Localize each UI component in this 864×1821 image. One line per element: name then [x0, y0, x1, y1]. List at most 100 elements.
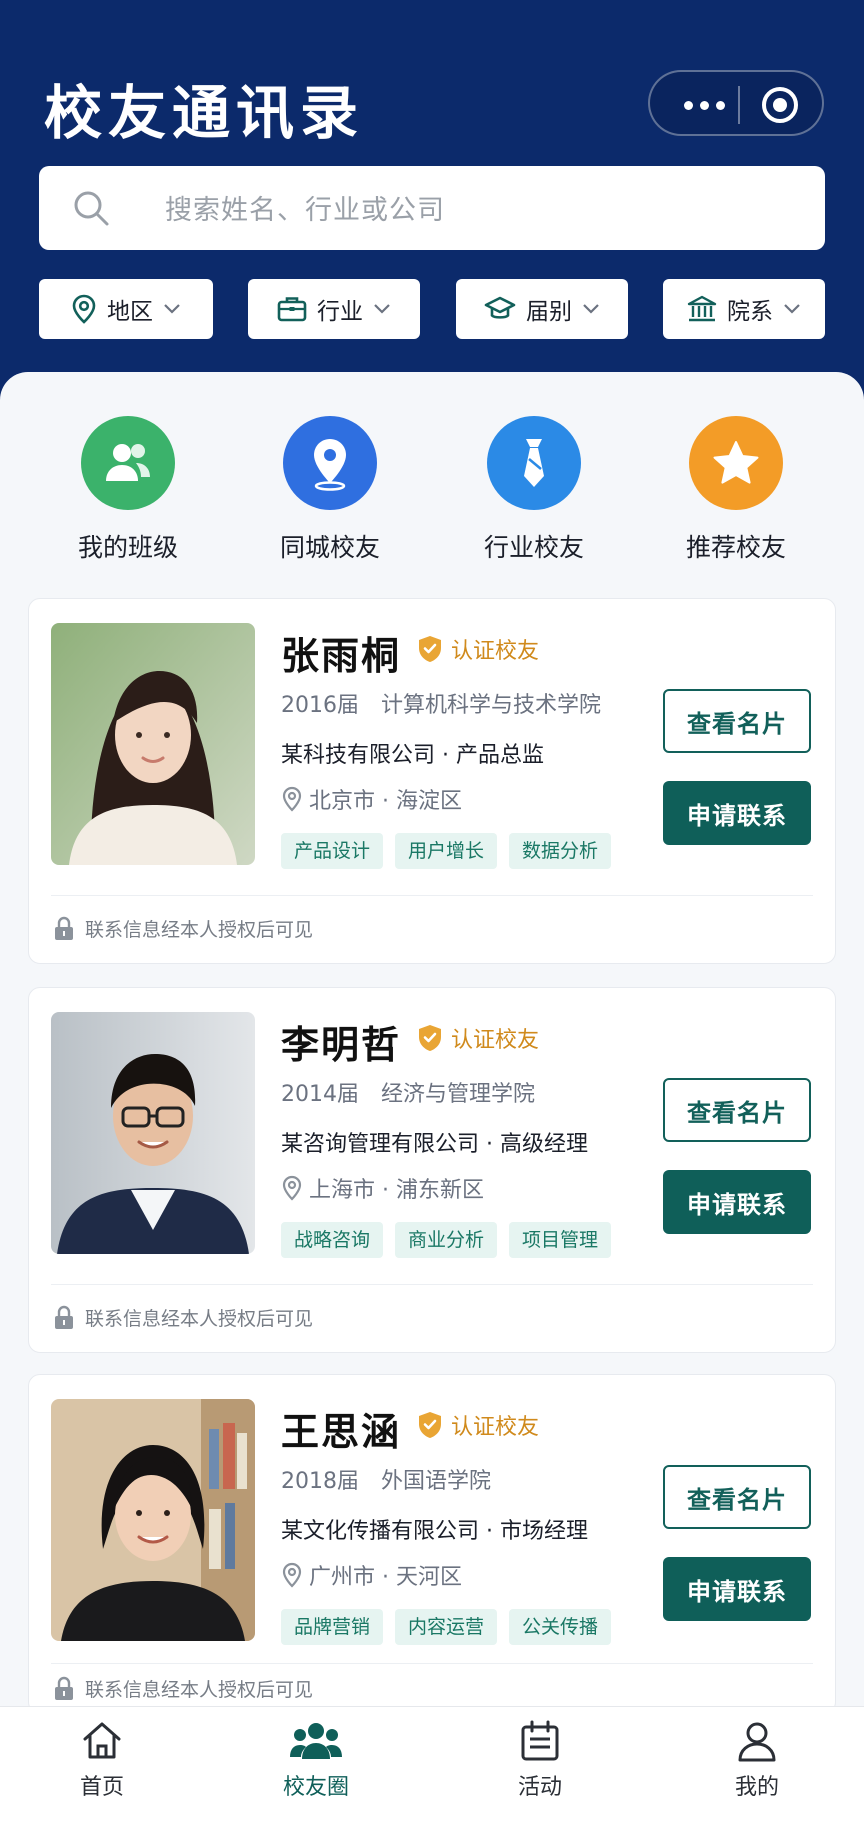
- request-contact-button[interactable]: 申请联系: [663, 781, 811, 845]
- alumni-card[interactable]: 王思涵 认证校友 2018届 外国语学院 某文化传播有限公司 · 市场经理 广州市…: [28, 1374, 836, 1714]
- location-text: 上海市 · 浦东新区: [309, 1178, 484, 1203]
- tab-alumni-circle[interactable]: 校友圈: [256, 1719, 376, 1801]
- briefcase-icon: [277, 297, 307, 322]
- request-contact-button[interactable]: 申请联系: [663, 1170, 811, 1234]
- skill-tags: 战略咨询 商业分析 项目管理: [281, 1222, 612, 1258]
- tab-home[interactable]: 首页: [42, 1719, 162, 1801]
- quick-label: 同城校友: [279, 533, 380, 562]
- badge-label: 认证校友: [451, 1028, 540, 1053]
- verified-badge: 认证校友: [417, 1409, 539, 1441]
- close-target-icon[interactable]: [762, 87, 798, 123]
- page-title: 校友通讯录: [44, 79, 365, 147]
- avatar: [51, 1012, 255, 1254]
- skill-tags: 品牌营销 内容运营 公关传播: [281, 1609, 612, 1645]
- badge-label: 认证校友: [451, 1415, 540, 1440]
- home-icon: [83, 1722, 121, 1759]
- divider: [51, 1284, 813, 1285]
- location-pin-icon: [282, 1175, 302, 1201]
- capsule-divider: [738, 86, 740, 124]
- quick-recommended[interactable]: 推荐校友: [656, 416, 816, 564]
- divider: [51, 895, 813, 896]
- alumni-name: 李明哲: [281, 1023, 402, 1067]
- header: 校友通讯录 搜索姓名、行业或公司 地区 行业 届别 院系: [0, 0, 864, 420]
- location-pin-icon: [282, 1562, 302, 1588]
- calendar-icon: [521, 1720, 559, 1761]
- privacy-text: 联系信息经本人授权后可见: [85, 1679, 314, 1701]
- company-title: 某文化传播有限公司 · 市场经理: [281, 1519, 588, 1544]
- filter-department[interactable]: 院系: [663, 279, 825, 339]
- user-icon: [738, 1722, 776, 1762]
- location-pin-icon: [72, 294, 96, 324]
- tab-label: 校友圈: [282, 1775, 349, 1800]
- search-placeholder: 搜索姓名、行业或公司: [165, 195, 445, 226]
- alumni-name: 王思涵: [281, 1410, 402, 1454]
- filter-label: 行业: [317, 299, 363, 325]
- location-pin-icon: [283, 416, 377, 510]
- quick-label: 我的班级: [77, 533, 178, 562]
- chevron-down-icon: [583, 304, 599, 314]
- privacy-note: 联系信息经本人授权后可见: [53, 1304, 313, 1331]
- search-input[interactable]: 搜索姓名、行业或公司: [39, 166, 825, 250]
- lock-icon: [55, 1676, 73, 1700]
- tab-activities[interactable]: 活动: [480, 1719, 600, 1801]
- skill-tag: 公关传播: [509, 1609, 612, 1645]
- shield-check-icon: [419, 1412, 441, 1438]
- filter-label: 地区: [107, 299, 153, 325]
- tab-label: 首页: [79, 1775, 124, 1800]
- view-card-button[interactable]: 查看名片: [663, 1465, 811, 1529]
- filter-class-year[interactable]: 届别: [456, 279, 628, 339]
- lock-icon: [55, 1305, 73, 1329]
- company-title: 某科技有限公司 · 产品总监: [281, 743, 544, 768]
- filter-region[interactable]: 地区: [39, 279, 213, 339]
- tab-label: 活动: [517, 1775, 562, 1800]
- alumni-meta: 2018届 外国语学院: [281, 1463, 491, 1495]
- tab-profile[interactable]: 我的: [697, 1719, 817, 1801]
- verified-badge: 认证校友: [417, 1022, 539, 1054]
- alumni-card[interactable]: 李明哲 认证校友 2014届 经济与管理学院 某咨询管理有限公司 · 高级经理 上…: [28, 987, 836, 1353]
- more-icon[interactable]: [676, 90, 732, 120]
- filter-label: 院系: [727, 299, 773, 325]
- filter-industry[interactable]: 行业: [248, 279, 420, 339]
- class-year: 2014届: [281, 1082, 359, 1107]
- divider: [51, 1663, 813, 1664]
- alumni-card[interactable]: 张雨桐 认证校友 2016届 计算机科学与技术学院 某科技有限公司 · 产品总监 …: [28, 598, 836, 964]
- college: 外国语学院: [381, 1469, 492, 1494]
- search-icon: [74, 191, 109, 226]
- location-text: 北京市 · 海淀区: [309, 789, 462, 814]
- avatar: [51, 1399, 255, 1641]
- skill-tag: 商业分析: [395, 1222, 498, 1258]
- privacy-note: 联系信息经本人授权后可见: [53, 1675, 313, 1702]
- people-icon: [81, 416, 175, 510]
- view-card-button[interactable]: 查看名片: [663, 689, 811, 753]
- view-card-button[interactable]: 查看名片: [663, 1078, 811, 1142]
- shield-check-icon: [419, 636, 441, 662]
- location-pin-icon: [282, 786, 302, 812]
- location-text: 广州市 · 天河区: [309, 1565, 462, 1590]
- college: 经济与管理学院: [381, 1082, 536, 1107]
- lock-icon: [55, 916, 73, 940]
- location: 上海市 · 浦东新区: [281, 1172, 484, 1204]
- company-title: 某咨询管理有限公司 · 高级经理: [281, 1132, 588, 1157]
- verified-badge: 认证校友: [417, 633, 539, 665]
- tie-icon: [487, 416, 581, 510]
- chevron-down-icon: [784, 304, 800, 314]
- chevron-down-icon: [164, 304, 180, 314]
- graduation-cap-icon: [484, 296, 516, 319]
- quick-same-city[interactable]: 同城校友: [250, 416, 410, 564]
- quick-my-class[interactable]: 我的班级: [48, 416, 208, 564]
- class-year: 2018届: [281, 1469, 359, 1494]
- skill-tags: 产品设计 用户增长 数据分析: [281, 833, 612, 869]
- badge-label: 认证校友: [451, 639, 540, 664]
- chevron-down-icon: [374, 304, 390, 314]
- skill-tag: 品牌营销: [281, 1609, 384, 1645]
- alumni-meta: 2014届 经济与管理学院: [281, 1076, 535, 1108]
- class-year: 2016届: [281, 693, 359, 718]
- star-icon: [689, 416, 783, 510]
- mini-program-capsule: [648, 70, 824, 136]
- skill-tag: 项目管理: [509, 1222, 612, 1258]
- quick-label: 行业校友: [483, 533, 584, 562]
- request-contact-button[interactable]: 申请联系: [663, 1557, 811, 1621]
- quick-industry[interactable]: 行业校友: [454, 416, 614, 564]
- location: 北京市 · 海淀区: [281, 783, 462, 815]
- shield-check-icon: [419, 1025, 441, 1051]
